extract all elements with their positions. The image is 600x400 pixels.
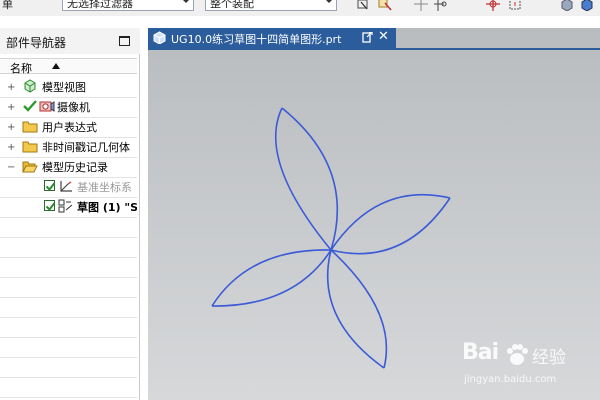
part-file-icon <box>153 31 166 44</box>
empty-row <box>0 378 137 398</box>
folder-icon <box>22 121 38 133</box>
solid-view-icon[interactable] <box>580 0 594 11</box>
tree-row-model-views[interactable]: + 模型视图 <box>0 78 137 98</box>
tree-label: 模型视图 <box>42 81 86 94</box>
part-navigator-title: 部件导航器 <box>6 36 67 50</box>
snap-box-icon[interactable] <box>508 0 522 11</box>
collapse-icon[interactable]: − <box>7 163 16 173</box>
tree-label: 草图 (1) "SKETCH_000" <box>77 201 137 214</box>
tree-row-sketch[interactable]: 草图 (1) "SKETCH_000" <box>0 198 137 218</box>
tree-row-cameras[interactable]: + 摄像机 <box>0 98 137 118</box>
chevron-down-icon <box>182 0 190 3</box>
empty-row <box>0 218 137 238</box>
selection-scope-dropdown[interactable]: 整个装配 <box>205 0 337 11</box>
petal-bottom-arc-a <box>330 249 388 369</box>
tab-close-icon[interactable]: ✕ <box>378 29 389 44</box>
model-views-icon <box>24 79 36 93</box>
petal-top-arc-b <box>281 107 339 251</box>
paw-icon <box>507 344 528 365</box>
snap-intersection-icon[interactable] <box>486 0 500 11</box>
visibility-checkbox[interactable] <box>44 200 56 212</box>
tree-label: 模型历史记录 <box>42 161 108 174</box>
select-feature-icon[interactable] <box>356 0 370 11</box>
watermark-brand: Bai <box>462 340 499 365</box>
expand-icon[interactable]: + <box>7 103 16 113</box>
selection-filter-dropdown[interactable]: 无选择过滤器 <box>62 0 194 11</box>
watermark-url: jingyan.baidu.com <box>464 374 557 385</box>
folder-open-icon <box>22 161 38 173</box>
empty-row <box>0 278 137 298</box>
empty-row <box>0 298 137 318</box>
expand-icon[interactable]: + <box>7 123 16 133</box>
selection-scope-value: 整个装配 <box>210 0 254 10</box>
camera-icon <box>39 101 55 112</box>
part-navigator-header: 部件导航器 <box>0 28 140 54</box>
chevron-down-icon <box>325 0 333 3</box>
tree-row-model-history[interactable]: − 模型历史记录 <box>0 158 137 178</box>
column-name-label: 名称 <box>10 62 32 75</box>
shaded-view-icon[interactable] <box>560 0 574 11</box>
tab-restore-icon[interactable] <box>362 32 373 43</box>
petal-top-arc-a <box>274 107 332 251</box>
tree-row-user-expressions[interactable]: + 用户表达式 <box>0 118 137 138</box>
tree-label: 基准坐标系 <box>77 181 132 194</box>
empty-row <box>0 258 137 278</box>
top-toolbar: 单 无选择过滤器 整个装配 <box>0 0 600 16</box>
empty-row <box>0 358 137 378</box>
visibility-checkbox[interactable] <box>44 180 56 192</box>
petal-right-arc-a <box>330 193 451 251</box>
tree-label: 摄像机 <box>57 101 90 114</box>
petal-right-arc-b <box>330 197 451 255</box>
watermark-suffix: 经验 <box>532 348 566 368</box>
empty-row <box>0 318 137 338</box>
snap-end-icon[interactable] <box>434 0 448 11</box>
datum-csys-icon <box>60 181 72 192</box>
expand-icon[interactable]: + <box>7 83 16 93</box>
tab-part-file[interactable]: UG10.0练习草图十四简单图形.prt ✕ <box>148 28 396 48</box>
baidu-watermark: Bai 经验 jingyan.baidu.com <box>458 340 598 398</box>
tree-label: 用户表达式 <box>42 121 97 134</box>
expand-icon[interactable]: + <box>7 143 16 153</box>
tree-row-datum-csys[interactable]: 基准坐标系 <box>0 178 137 198</box>
tree-row-timeless-geometry[interactable]: + 非时间戳记几何体 <box>0 138 137 158</box>
part-navigator-panel: 部件导航器 名称 + 模型视图 + 摄像机 + 用户表达式 + 非时间戳记几何体… <box>0 28 140 400</box>
column-header[interactable]: 名称 <box>0 58 137 75</box>
maximize-icon[interactable] <box>119 36 130 46</box>
snap-point-icon[interactable] <box>414 0 428 11</box>
check-mark-icon <box>23 100 37 112</box>
empty-row <box>0 238 137 258</box>
petal-bottom-arc-b <box>326 249 385 369</box>
empty-row <box>0 338 137 358</box>
sketch-icon <box>58 199 73 213</box>
folder-icon <box>22 141 38 153</box>
toolbar-menu-fragment[interactable]: 单 <box>2 0 13 12</box>
tab-title: UG10.0练习草图十四简单图形.prt <box>171 33 342 46</box>
select-all-icon[interactable] <box>378 0 392 11</box>
selection-filter-value: 无选择过滤器 <box>67 0 133 10</box>
sort-ascending-icon[interactable] <box>52 63 60 69</box>
tree-label: 非时间戳记几何体 <box>42 141 130 154</box>
